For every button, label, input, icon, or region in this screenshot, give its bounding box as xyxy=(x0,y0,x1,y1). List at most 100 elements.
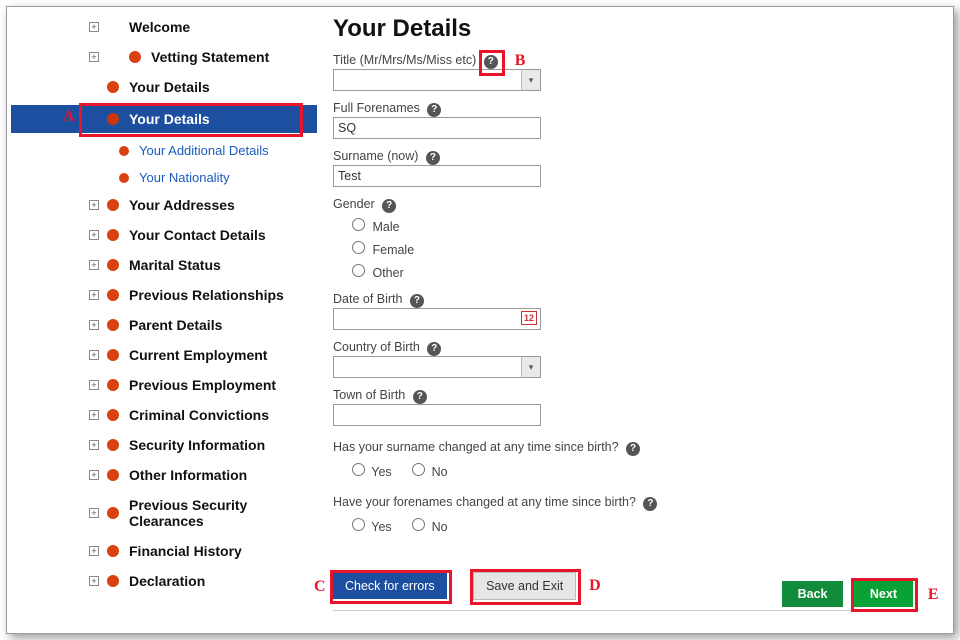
status-dot-icon xyxy=(107,229,119,241)
status-dot-icon xyxy=(107,349,119,361)
sidebar-item[interactable]: Financial History xyxy=(11,539,317,563)
surname-changed-yes[interactable]: Yes xyxy=(347,465,392,479)
expander-icon[interactable]: + xyxy=(89,200,99,210)
expander-icon[interactable]: + xyxy=(89,22,99,32)
sidebar-item[interactable]: Previous Relationships xyxy=(11,283,317,307)
callout-label: A xyxy=(63,108,75,126)
sidebar-item[interactable]: Vetting Statement xyxy=(11,45,317,69)
dob-input[interactable] xyxy=(333,308,541,330)
forenames-input[interactable] xyxy=(333,117,541,139)
sidebar-item-label: Your Details xyxy=(129,79,210,95)
sidebar-item[interactable]: Previous Security Clearances xyxy=(11,493,317,533)
help-icon[interactable]: ? xyxy=(484,55,498,69)
expander-icon[interactable]: + xyxy=(89,350,99,360)
status-dot-icon xyxy=(107,289,119,301)
tob-input[interactable] xyxy=(333,404,541,426)
sidebar-item[interactable]: Your Details xyxy=(11,105,317,133)
sidebar-item-label: Marital Status xyxy=(129,257,221,273)
back-button[interactable]: Back xyxy=(782,581,844,607)
sidebar-item[interactable]: Security Information xyxy=(11,433,317,457)
sidebar-item-label: Other Information xyxy=(129,467,247,483)
help-icon[interactable]: ? xyxy=(643,497,657,511)
help-icon[interactable]: ? xyxy=(426,151,440,165)
sidebar-item[interactable]: Your Details xyxy=(11,75,317,99)
expander-icon[interactable]: + xyxy=(89,260,99,270)
help-icon[interactable]: ? xyxy=(427,342,441,356)
forenames-changed-no[interactable]: No xyxy=(407,520,447,534)
sidebar-item-label: Vetting Statement xyxy=(151,49,269,65)
sidebar-item[interactable]: Current Employment xyxy=(11,343,317,367)
help-icon[interactable]: ? xyxy=(626,442,640,456)
check-errors-button[interactable]: Check for errors xyxy=(333,573,447,599)
expander-icon[interactable]: + xyxy=(89,508,99,518)
status-dot-icon xyxy=(107,409,119,421)
expander-icon[interactable]: + xyxy=(89,52,99,62)
sidebar-item-label: Your Additional Details xyxy=(139,143,269,158)
surname-label: Surname (now) ? xyxy=(333,149,913,165)
sidebar: + Welcome + Vetting Statement Your Details Yo… xyxy=(7,11,317,625)
sidebar-item[interactable]: Parent Details xyxy=(11,313,317,337)
sidebar-item[interactable]: Welcome xyxy=(11,15,317,39)
save-exit-button[interactable]: Save and Exit xyxy=(473,572,576,600)
expander-icon[interactable]: + xyxy=(89,470,99,480)
sidebar-item[interactable]: Previous Employment xyxy=(11,373,317,397)
expander-icon[interactable]: + xyxy=(89,410,99,420)
sidebar-item-label: Welcome xyxy=(129,19,190,35)
cob-label: Country of Birth ? xyxy=(333,340,913,356)
gender-other[interactable]: Other xyxy=(347,266,404,280)
sidebar-item-label: Current Employment xyxy=(129,347,267,363)
help-icon[interactable]: ? xyxy=(413,390,427,404)
expander-icon[interactable]: + xyxy=(89,230,99,240)
sidebar-item[interactable]: Marital Status xyxy=(11,253,317,277)
expander-icon[interactable]: + xyxy=(89,576,99,586)
callout-label: D xyxy=(589,577,601,595)
sidebar-item[interactable]: Criminal Convictions xyxy=(11,403,317,427)
title-select[interactable] xyxy=(333,69,541,91)
sidebar-item[interactable]: Your Contact Details xyxy=(11,223,317,247)
sidebar-item-label: Declaration xyxy=(129,573,205,589)
status-dot-icon xyxy=(107,81,119,93)
status-dot-icon xyxy=(107,439,119,451)
sidebar-item[interactable]: Other Information xyxy=(11,463,317,487)
calendar-icon[interactable]: 12 xyxy=(521,311,537,325)
sidebar-item-label: Previous Employment xyxy=(129,377,276,393)
help-icon[interactable]: ? xyxy=(382,199,396,213)
expander-icon[interactable]: + xyxy=(89,380,99,390)
tob-label: Town of Birth ? xyxy=(333,388,913,404)
surname-changed-no[interactable]: No xyxy=(407,465,447,479)
chevron-down-icon[interactable]: ▾ xyxy=(521,69,541,91)
callout-label: B xyxy=(515,52,526,70)
sidebar-item[interactable]: Your Nationality xyxy=(11,166,317,189)
help-icon[interactable]: ? xyxy=(410,294,424,308)
sidebar-item-label: Your Contact Details xyxy=(129,227,266,243)
sidebar-item[interactable]: Your Addresses xyxy=(11,193,317,217)
page-title: Your Details xyxy=(333,15,913,43)
sidebar-item-label: Security Information xyxy=(129,437,265,453)
chevron-down-icon[interactable]: ▾ xyxy=(521,356,541,378)
gender-female[interactable]: Female xyxy=(347,243,414,257)
gender-male[interactable]: Male xyxy=(347,220,400,234)
expander-icon[interactable]: + xyxy=(89,320,99,330)
cob-select[interactable] xyxy=(333,356,541,378)
help-icon[interactable]: ? xyxy=(427,103,441,117)
status-dot-icon xyxy=(107,507,119,519)
status-dot-icon xyxy=(119,146,129,156)
surname-input[interactable] xyxy=(333,165,541,187)
callout-label: C xyxy=(314,578,326,596)
title-label: Title (Mr/Mrs/Ms/Miss etc) ? xyxy=(333,53,913,69)
sidebar-item-label: Your Addresses xyxy=(129,197,235,213)
expander-icon[interactable]: + xyxy=(89,440,99,450)
forenames-changed-yes[interactable]: Yes xyxy=(347,520,392,534)
callout-label: E xyxy=(928,586,939,604)
expander-icon[interactable]: + xyxy=(89,290,99,300)
next-button[interactable]: Next xyxy=(854,581,913,607)
status-dot-icon xyxy=(107,259,119,271)
dob-label: Date of Birth ? xyxy=(333,292,913,308)
expander-icon[interactable]: + xyxy=(89,546,99,556)
sidebar-item[interactable]: Your Additional Details xyxy=(11,139,317,162)
status-dot-icon xyxy=(119,173,129,183)
sidebar-item[interactable]: Declaration xyxy=(11,569,317,593)
status-dot-icon xyxy=(107,199,119,211)
status-dot-icon xyxy=(129,51,141,63)
sidebar-item-label: Your Nationality xyxy=(139,170,230,185)
